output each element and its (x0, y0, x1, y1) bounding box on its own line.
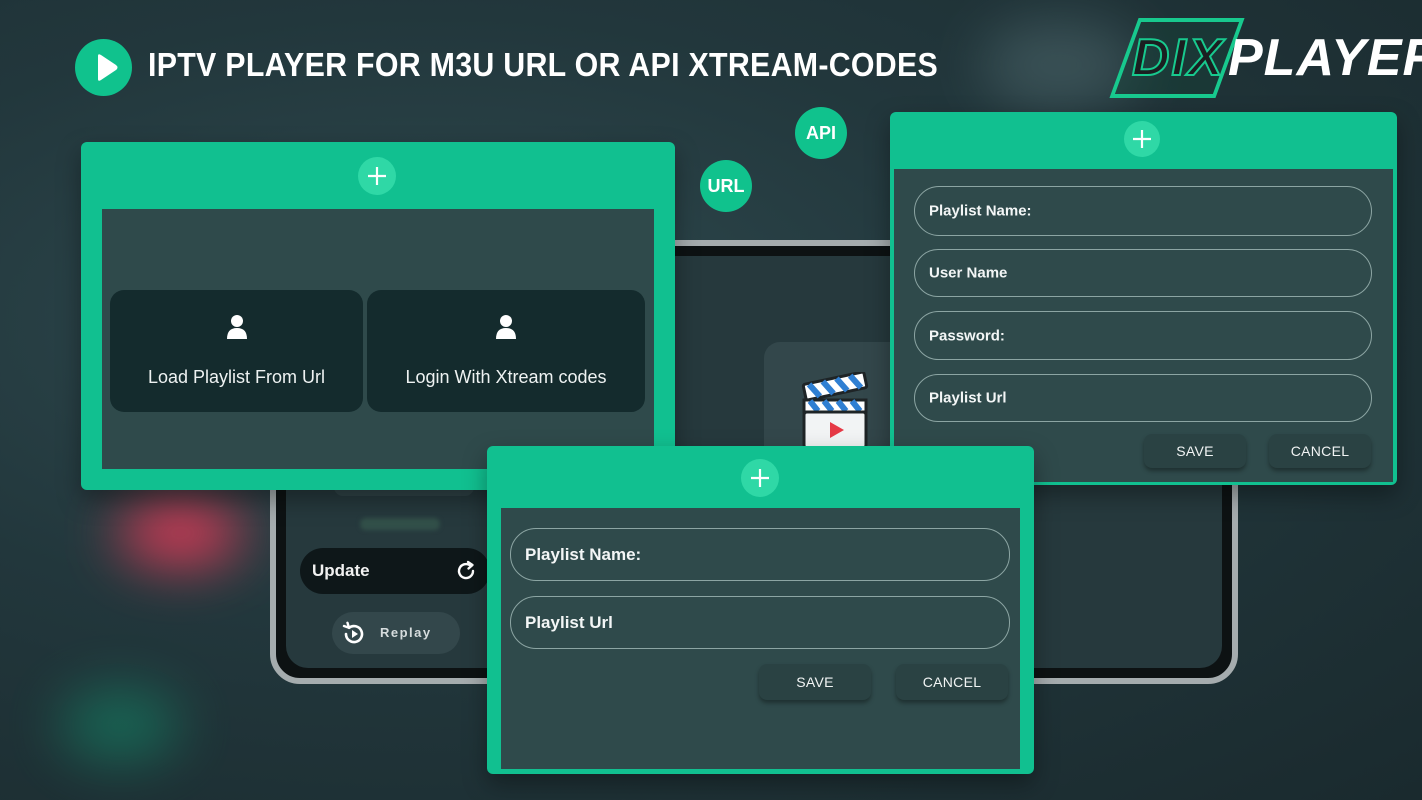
replay-label: Replay (380, 625, 432, 640)
cancel-button[interactable]: CANCEL (896, 664, 1008, 700)
load-playlist-label: Load Playlist From Url (147, 367, 326, 387)
playlist-name-placeholder: Playlist Name: (929, 202, 1032, 220)
page-title: IPTV PLAYER FOR M3U URL OR API XTREAM-CO… (148, 46, 939, 83)
playlist-url-placeholder: Playlist Url (525, 612, 613, 632)
password-placeholder: Password: (929, 327, 1005, 344)
dialog-body: Load Playlist From Url Login With Xtream… (102, 209, 654, 469)
save-button[interactable]: SAVE (1144, 434, 1246, 468)
user-name-field[interactable]: User Name (914, 249, 1372, 297)
update-label: Update (312, 561, 370, 580)
add-playlist-choice-dialog: Load Playlist From Url Login With Xtream… (81, 142, 675, 490)
brand-logo: DIX PLAYER (1109, 14, 1422, 98)
save-button[interactable]: SAVE (759, 664, 871, 700)
load-playlist-from-url-button[interactable]: Load Playlist From Url (110, 290, 363, 412)
dialog-body: Playlist Name: Playlist Url SAVE CANCEL (501, 508, 1020, 769)
cancel-button[interactable]: CANCEL (1269, 434, 1371, 468)
password-field[interactable]: Password: (914, 311, 1372, 360)
playlist-name-placeholder: Playlist Name: (525, 544, 642, 564)
playlist-name-field[interactable]: Playlist Name: (510, 528, 1010, 581)
play-icon (75, 39, 132, 96)
playlist-url-field[interactable]: Playlist Url (914, 374, 1372, 422)
url-playlist-dialog: Playlist Name: Playlist Url SAVE CANCEL (487, 446, 1034, 774)
api-badge: API (795, 107, 847, 159)
plus-icon[interactable] (358, 157, 396, 195)
refresh-icon (457, 560, 475, 580)
url-badge: URL (700, 160, 752, 212)
background-glow-red (118, 500, 243, 566)
playlist-url-field[interactable]: Playlist Url (510, 596, 1010, 649)
login-xtream-label: Login With Xtream codes (405, 367, 607, 387)
dialog-body: Playlist Name: User Name Password: Playl… (894, 169, 1393, 482)
login-xtream-codes-button[interactable]: Login With Xtream codes (367, 290, 645, 412)
plus-icon[interactable] (741, 459, 779, 497)
user-icon (496, 315, 516, 339)
playlist-url-placeholder: Playlist Url (929, 389, 1007, 407)
clapperboard-icon (801, 372, 869, 450)
logo-text-player: PLAYER (1228, 29, 1422, 87)
user-name-placeholder: User Name (929, 264, 1008, 282)
logo-text-dix: DIX (1131, 28, 1225, 88)
replay-icon (342, 621, 364, 644)
playlist-name-field[interactable]: Playlist Name: (914, 186, 1372, 236)
user-icon (227, 315, 247, 339)
phone-status-text (360, 518, 440, 530)
update-button[interactable]: Update (300, 548, 490, 594)
replay-button[interactable]: Replay (332, 612, 460, 654)
xtream-codes-dialog: Playlist Name: User Name Password: Playl… (890, 112, 1397, 485)
background-glow-green (60, 690, 180, 760)
plus-icon[interactable] (1124, 121, 1160, 157)
